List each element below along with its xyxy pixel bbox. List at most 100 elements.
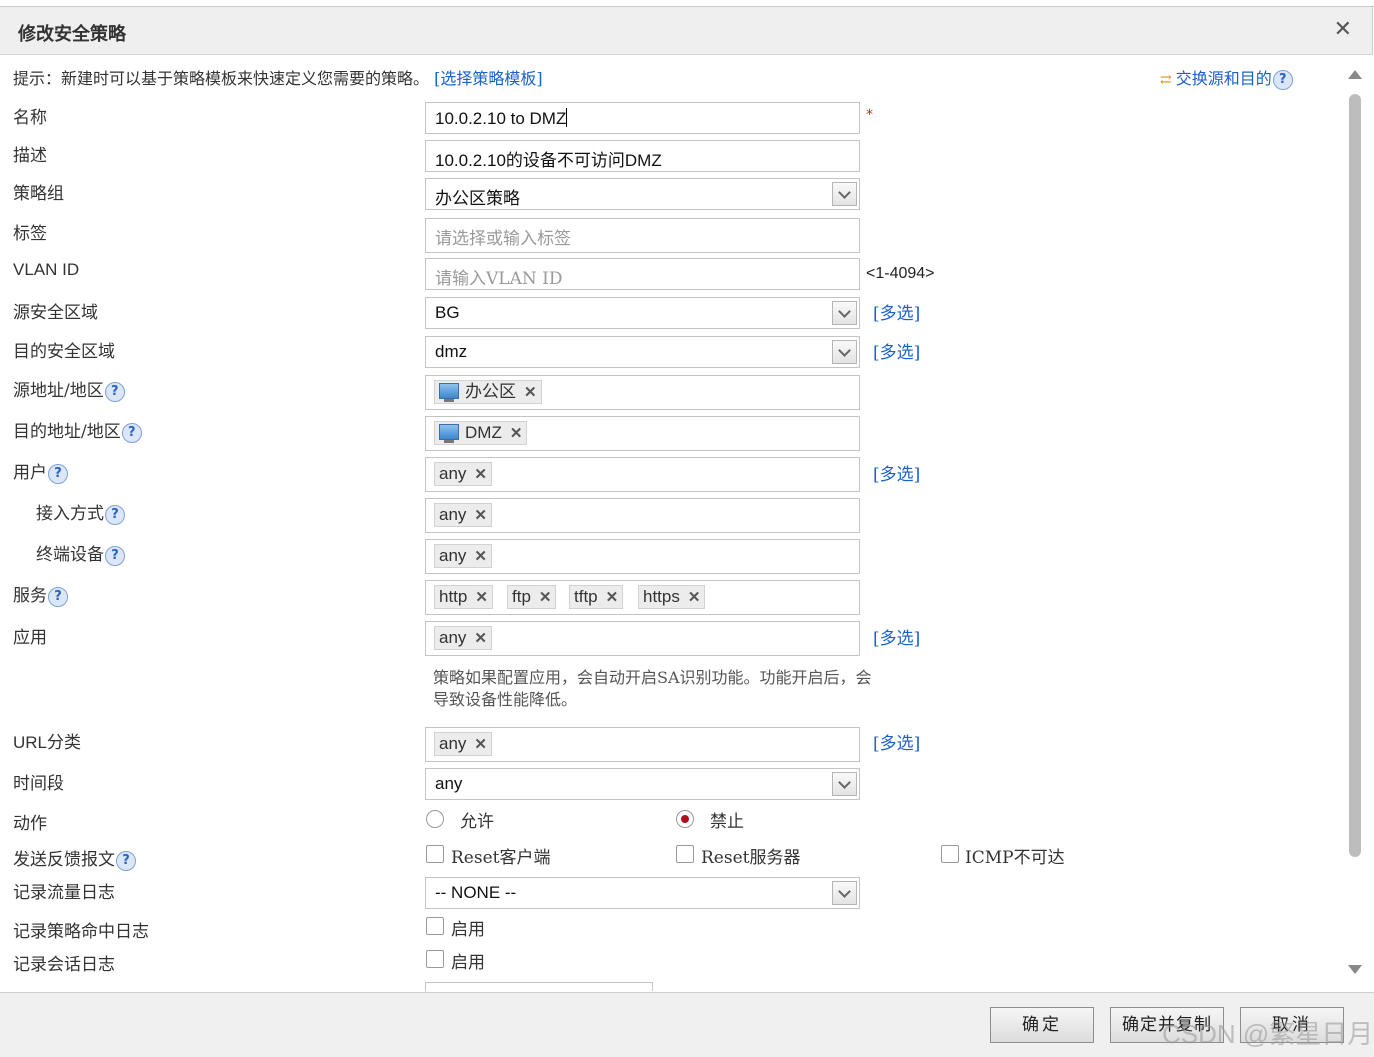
icmp-unreachable-checkbox[interactable] — [941, 845, 959, 863]
dst-addr-text: 目的地址/地区 — [13, 422, 121, 442]
traffic-log-value: -- NONE -- — [435, 883, 517, 902]
service-label: 服务? — [13, 581, 68, 607]
chevron-down-icon[interactable] — [832, 301, 857, 325]
help-icon[interactable]: ? — [48, 464, 68, 484]
src-zone-select[interactable]: BG — [425, 297, 860, 329]
remove-tag-icon[interactable]: ✕ — [474, 505, 487, 527]
terminal-field[interactable]: any ✕ — [425, 539, 860, 574]
url-field[interactable]: any ✕ — [425, 727, 860, 762]
dst-zone-label: 目的安全区域 — [13, 342, 115, 362]
scroll-down-arrow[interactable] — [1348, 965, 1362, 974]
icmp-unreachable-label: ICMP不可达 — [965, 848, 1065, 868]
remove-tag-icon[interactable]: ✕ — [474, 546, 487, 568]
group-value: 办公区策略 — [435, 189, 520, 209]
computer-icon — [439, 424, 459, 443]
remove-tag-icon[interactable]: ✕ — [510, 423, 523, 445]
help-icon[interactable]: ? — [105, 546, 125, 566]
dst-addr-tag-text: DMZ — [465, 423, 502, 442]
time-label: 时间段 — [13, 774, 64, 794]
access-tag-text: any — [439, 505, 467, 524]
vlan-label: VLAN ID — [13, 260, 80, 279]
group-select[interactable]: 办公区策略 — [425, 178, 860, 210]
help-icon[interactable]: ? — [48, 587, 68, 607]
ok-button[interactable]: 确定 — [990, 1007, 1094, 1043]
remove-tag-icon[interactable]: ✕ — [524, 382, 537, 404]
remove-tag-icon[interactable]: ✕ — [539, 587, 552, 609]
help-icon[interactable]: ? — [104, 382, 125, 402]
access-field[interactable]: any ✕ — [425, 498, 860, 533]
remove-tag-icon[interactable]: ✕ — [475, 587, 488, 609]
top-border — [0, 0, 1374, 7]
src-addr-tag-text: 办公区 — [465, 382, 516, 401]
session-log-checkbox[interactable] — [426, 950, 444, 968]
dst-zone-value: dmz — [435, 342, 468, 361]
reset-client-checkbox[interactable] — [426, 845, 444, 863]
traffic-log-select[interactable]: -- NONE -- — [425, 877, 860, 909]
reset-server-checkbox[interactable] — [676, 845, 694, 863]
vlan-range: <1-4094> — [866, 265, 935, 282]
feedback-label: 发送反馈报文? — [13, 845, 136, 871]
remove-tag-icon[interactable]: ✕ — [606, 587, 619, 609]
chevron-down-icon[interactable] — [832, 881, 857, 905]
user-field[interactable]: any ✕ — [425, 457, 860, 492]
app-label: 应用 — [13, 628, 47, 648]
service-tag: ftp ✕ — [507, 585, 557, 609]
src-addr-field[interactable]: 办公区 ✕ — [425, 375, 860, 410]
src-zone-label: 源安全区域 — [13, 303, 98, 323]
action-allow-radio[interactable] — [426, 810, 444, 828]
access-text: 接入方式 — [36, 504, 104, 524]
tags-input[interactable]: 请选择或输入标签 — [425, 218, 860, 253]
dst-zone-select[interactable]: dmz — [425, 336, 860, 368]
dst-zone-multi-link[interactable]: [多选] — [873, 338, 920, 363]
url-tag: any ✕ — [434, 732, 492, 756]
src-zone-multi-link[interactable]: [多选] — [873, 299, 920, 324]
help-icon[interactable]: ? — [1272, 70, 1293, 90]
dialog-title: 修改安全策略 — [18, 24, 126, 45]
remove-tag-icon[interactable]: ✕ — [688, 587, 701, 609]
user-multi-link[interactable]: [多选] — [873, 460, 920, 485]
service-field[interactable]: http ✕ ftp ✕ tftp ✕ https ✕ — [425, 580, 860, 615]
hint-label: 提示：新建时可以基于策略模板来快速定义您需要的策略。 — [13, 69, 430, 88]
reset-server-label: Reset服务器 — [701, 848, 801, 868]
action-allow-label: 允许 — [460, 812, 494, 832]
chevron-down-icon[interactable] — [832, 340, 857, 364]
hit-log-checkbox[interactable] — [426, 917, 444, 935]
src-addr-text: 源地址/地区 — [13, 381, 104, 401]
tags-placeholder: 请选择或输入标签 — [435, 229, 571, 249]
help-icon[interactable]: ? — [121, 423, 142, 443]
hint-text: 提示：新建时可以基于策略模板来快速定义您需要的策略。 [选择策略模板] — [13, 65, 543, 89]
service-tag-text: ftp — [512, 587, 531, 606]
chevron-down-icon[interactable] — [832, 182, 857, 206]
vlan-input[interactable]: 请输入VLAN ID — [425, 258, 860, 290]
user-tag: any ✕ — [434, 462, 492, 486]
required-mark: * — [866, 107, 873, 123]
service-tag: https ✕ — [638, 585, 706, 609]
remove-tag-icon[interactable]: ✕ — [474, 464, 487, 486]
remove-tag-icon[interactable]: ✕ — [474, 734, 487, 756]
time-select[interactable]: any — [425, 768, 860, 800]
chevron-down-icon[interactable] — [832, 772, 857, 796]
name-input[interactable]: 10.0.2.10 to DMZ — [425, 102, 860, 134]
select-template-link[interactable]: [选择策略模板] — [434, 69, 543, 88]
action-deny-radio[interactable] — [676, 810, 694, 828]
swap-source-dest-link[interactable]: ⇄ 交换源和目的? — [1160, 65, 1293, 90]
desc-value: 10.0.2.10的设备不可访问DMZ — [435, 151, 662, 170]
name-label: 名称 — [13, 108, 47, 128]
time-value: any — [435, 774, 463, 793]
dialog-titlebar: 修改安全策略 ✕ — [0, 7, 1373, 55]
service-tag-text: tftp — [574, 587, 598, 606]
close-icon[interactable]: ✕ — [1334, 17, 1352, 43]
dst-addr-field[interactable]: DMZ ✕ — [425, 416, 860, 451]
terminal-text: 终端设备 — [36, 545, 104, 565]
service-tag-text: http — [439, 587, 468, 606]
help-icon[interactable]: ? — [105, 505, 125, 525]
desc-input[interactable]: 10.0.2.10的设备不可访问DMZ — [425, 140, 860, 172]
service-text: 服务 — [13, 586, 47, 606]
help-icon[interactable]: ? — [116, 851, 136, 871]
url-multi-link[interactable]: [多选] — [873, 729, 920, 754]
remove-tag-icon[interactable]: ✕ — [474, 628, 487, 650]
app-field[interactable]: any ✕ — [425, 621, 860, 656]
scroll-up-arrow[interactable] — [1348, 70, 1362, 79]
scrollbar-thumb[interactable] — [1349, 94, 1361, 857]
app-multi-link[interactable]: [多选] — [873, 624, 920, 649]
